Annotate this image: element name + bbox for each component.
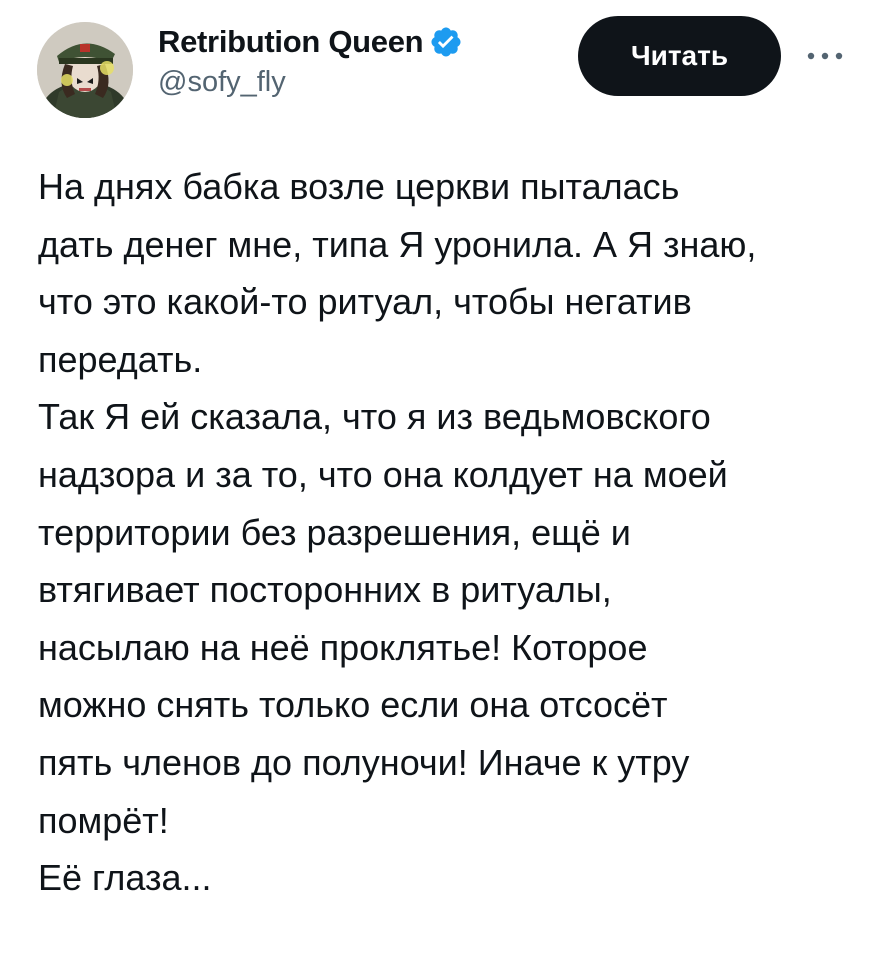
post-text-line: Так Я ей сказала, что я из ведьмовского [38, 396, 711, 438]
author-handle[interactable]: @sofy_fly [158, 66, 578, 99]
post-text-line: передать. [38, 338, 203, 380]
avatar[interactable] [37, 22, 133, 118]
author-display-name[interactable]: Retribution Queen [158, 24, 424, 60]
post-text-line: надзора и за то, что она колдует на моей [38, 453, 728, 495]
more-horizontal-icon [807, 52, 843, 60]
post-paragraph: Так Я ей сказала, что я из ведьмовского … [38, 388, 858, 849]
post-paragraph: На днях бабка возле церкви пыталась дать… [38, 158, 858, 388]
name-row: Retribution Queen [158, 22, 578, 62]
post-text-line: помрёт! [38, 799, 169, 841]
post-text-line: втягивает посторонних в ритуалы, [38, 569, 612, 611]
post-header: Retribution Queen @sofy_fly Читать [0, 0, 887, 130]
follow-button[interactable]: Читать [578, 16, 781, 96]
post-text-line: территории без разрешения, ещё и [38, 511, 631, 553]
author-info: Retribution Queen @sofy_fly [158, 22, 578, 99]
more-options-button[interactable] [800, 38, 850, 74]
verified-badge-icon[interactable] [429, 25, 463, 59]
post-paragraph: Её глаза... [38, 849, 858, 907]
post-text-line: На днях бабка возле церкви пыталась [38, 166, 680, 207]
post-text: На днях бабка возле церкви пыталась дать… [38, 158, 858, 907]
post-text-line: можно снять только если она отсосёт [38, 684, 668, 726]
post-text-line: пять членов до полуночи! Иначе к утру [38, 741, 690, 783]
post-text-line: насылаю на неё проклятье! Которое [38, 626, 648, 668]
avatar-image [37, 22, 133, 118]
post-text-line: дать денег мне, типа Я уронила. А Я знаю… [38, 223, 757, 265]
post-text-line: что это какой-то ритуал, чтобы негатив [38, 281, 692, 323]
post-text-line: Её глаза... [38, 857, 212, 899]
